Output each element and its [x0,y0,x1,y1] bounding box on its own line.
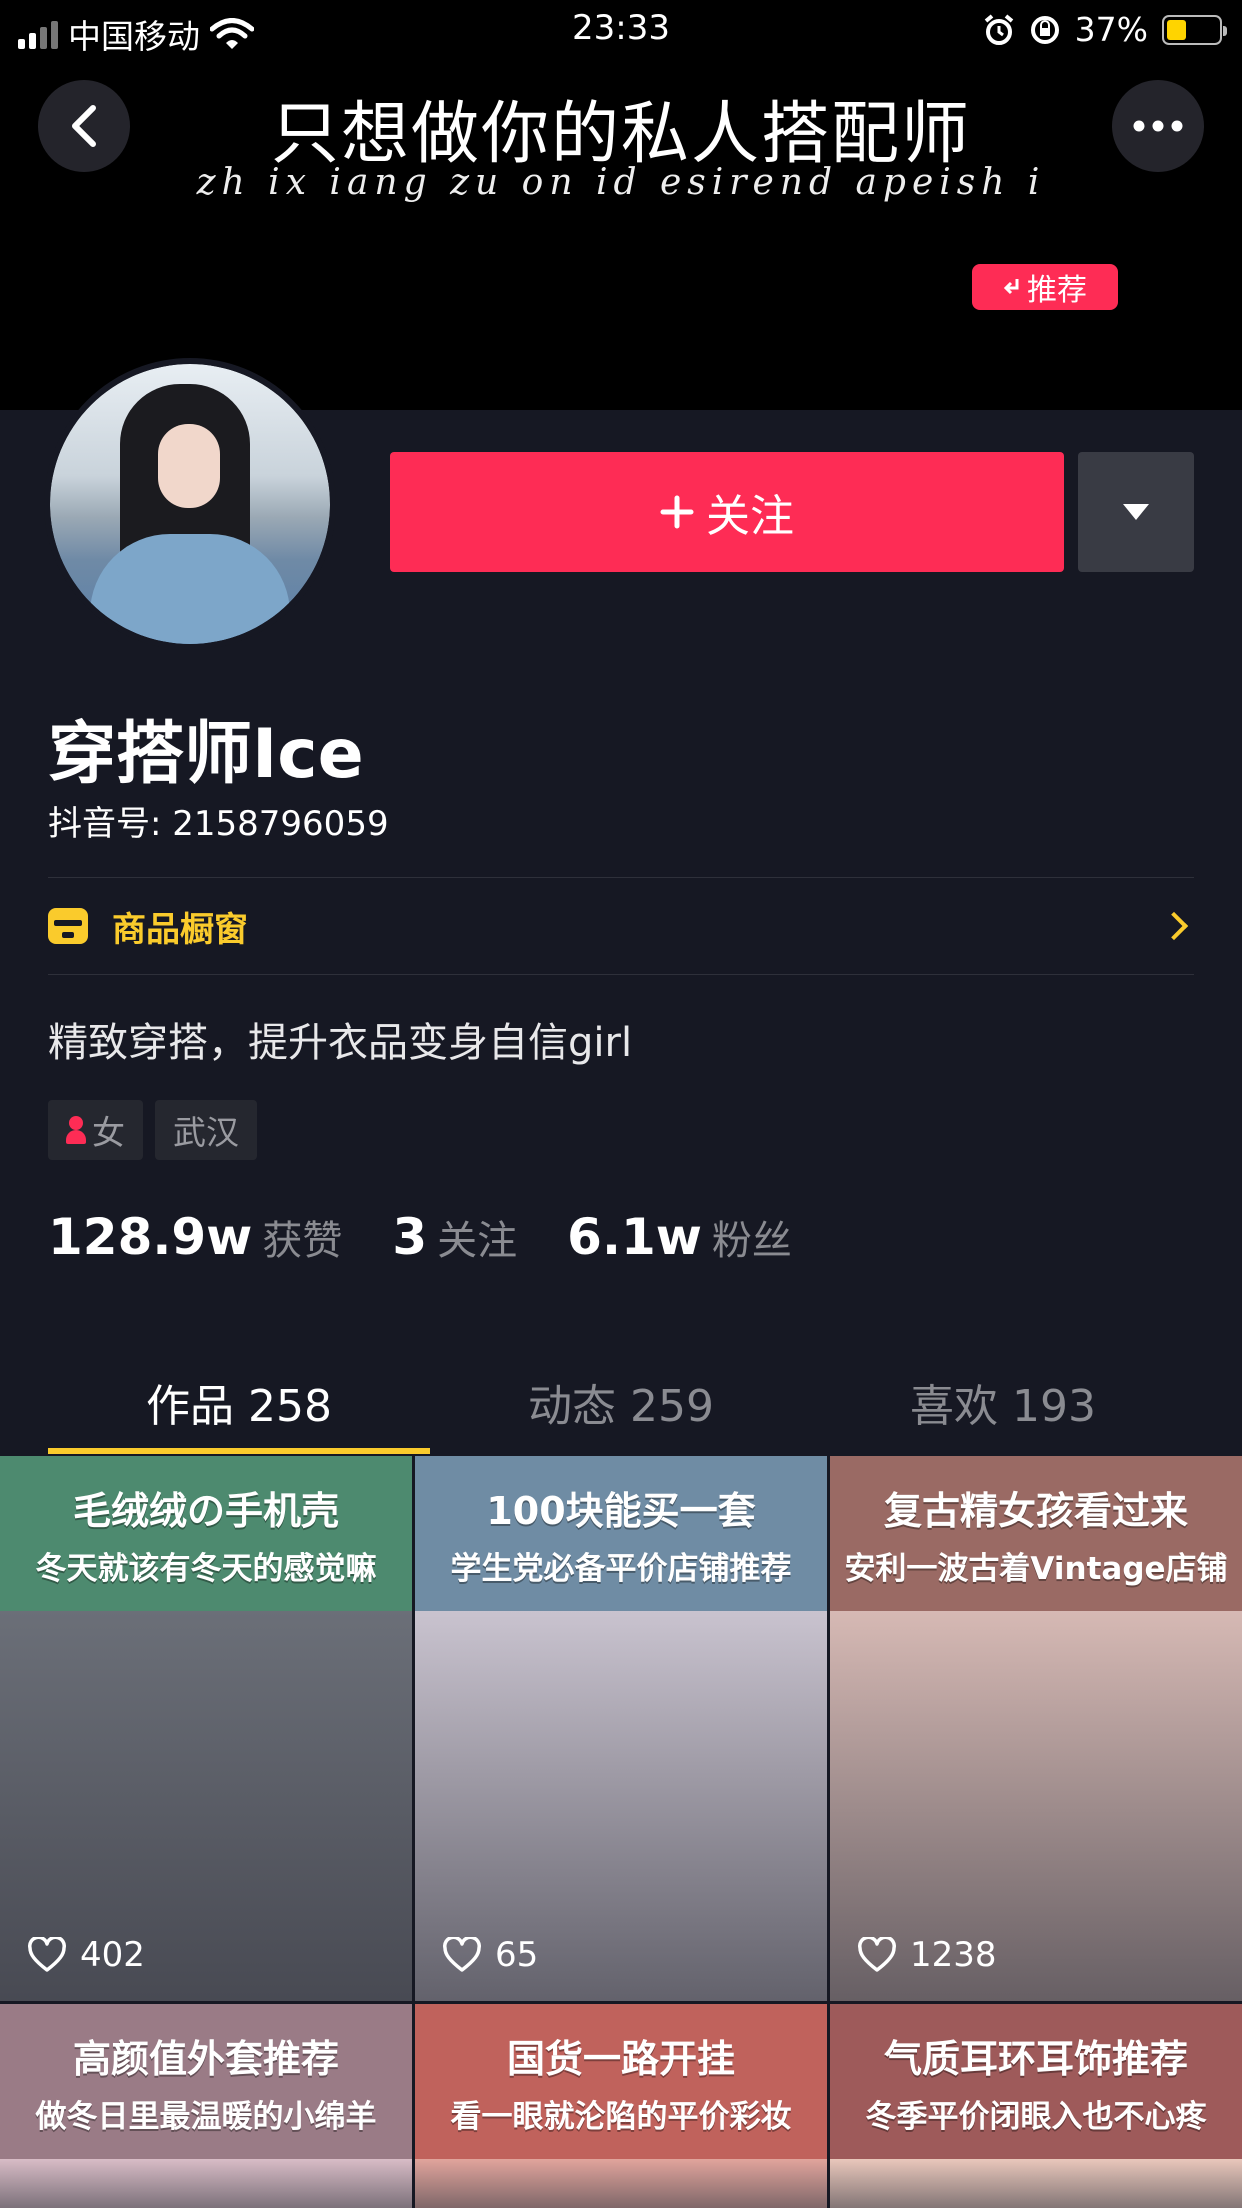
video-title-line1: 高颜值外套推荐 [72,2036,339,2081]
video-title-line2: 冬天就该有冬天的感觉嘛 [35,1550,377,1587]
video-cover-image [0,2159,412,2208]
back-button[interactable] [38,80,130,172]
heart-icon [28,1937,66,1972]
video-cover-header: 国货一路开挂 看一眼就沦陷的平价彩妆 [415,2004,827,2159]
video-title-line1: 国货一路开挂 [506,2036,735,2081]
content-tabs: 作品 258 动态 259 喜欢 193 [48,1350,1194,1454]
rotation-lock-icon [1030,15,1059,44]
status-bar: 中国移动 23:33 37% [0,0,1242,60]
video-title-line1: 毛绒绒の手机壳 [72,1488,339,1533]
video-cover-header: 毛绒绒の手机壳 冬天就该有冬天的感觉嘛 [0,1456,412,1611]
recommend-dropdown-button[interactable] [1078,452,1194,572]
tab-works[interactable]: 作品 258 [48,1350,430,1454]
shop-window-row[interactable]: 商品橱窗 [48,878,1194,974]
video-cover-header: 复古精女孩看过来 安利一波古着Vintage店铺 [830,1456,1242,1611]
nickname: 穿搭师Ice [48,715,364,794]
follow-button[interactable]: 关注 [390,452,1064,572]
profile-tags: 女 武汉 [48,1100,257,1160]
stat-followers-label: 粉丝 [711,1218,792,1264]
video-likes: 65 [495,1935,539,1975]
location-label: 武汉 [173,1113,239,1152]
video-title-line1: 100块能买一套 [486,1488,756,1533]
video-title-line1: 气质耳环耳饰推荐 [883,2036,1188,2081]
divider [48,974,1194,975]
video-title-line2: 安利一波古着Vintage店铺 [844,1550,1228,1587]
recommend-tag[interactable]: 推荐 [972,264,1118,310]
video-like-count: 1238 [858,1935,997,1975]
recommend-label: 推荐 [1027,273,1087,308]
video-cover-header: 气质耳环耳饰推荐 冬季平价闭眼入也不心疼 [830,2004,1242,2159]
caret-down-icon [1123,504,1149,520]
active-tab-indicator [48,1448,430,1454]
battery-percent: 37% [1074,10,1148,49]
chevron-right-icon [1159,911,1189,941]
heart-icon [443,1937,481,1972]
video-likes: 402 [80,1935,145,1975]
tab-likes[interactable]: 喜欢 193 [812,1350,1194,1454]
shop-icon [48,908,88,944]
video-tile[interactable]: 气质耳环耳饰推荐 冬季平价闭眼入也不心疼 [830,2004,1242,2208]
video-cover-image [830,2159,1242,2208]
bio: 精致穿搭，提升衣品变身自信girl [48,1020,633,1066]
profile-banner: 只想做你的私人搭配师 zh ix iang zu on id esirend a… [0,0,1242,410]
video-tile[interactable]: 100块能买一套 学生党必备平价店铺推荐 65 [415,1456,827,2001]
stat-following[interactable]: 3 关注 [392,1208,517,1266]
avatar-image [50,364,330,644]
video-tile[interactable]: 国货一路开挂 看一眼就沦陷的平价彩妆 [415,2004,827,2208]
video-title-line2: 学生党必备平价店铺推荐 [450,1550,792,1587]
video-tile[interactable]: 毛绒绒の手机壳 冬天就该有冬天的感觉嘛 402 [0,1456,412,2001]
video-title-line2: 看一眼就沦陷的平价彩妆 [450,2098,792,2135]
tab-dynamics-label: 动态 259 [528,1381,714,1432]
tab-works-label: 作品 258 [146,1381,332,1432]
video-likes: 1238 [910,1935,997,1975]
video-title-line1: 复古精女孩看过来 [883,1488,1188,1533]
stat-following-number: 3 [392,1208,428,1266]
stat-likes: 128.9w 获赞 [48,1208,342,1266]
video-grid: 毛绒绒の手机壳 冬天就该有冬天的感觉嘛 402 100块能买一套 学生党必备平价… [0,1456,1242,2208]
alarm-icon [984,13,1013,45]
more-dots-icon [1133,120,1183,132]
back-arrow-icon [72,105,96,147]
video-tile[interactable]: 复古精女孩看过来 安利一波古着Vintage店铺 1238 [830,1456,1242,2001]
stat-following-label: 关注 [437,1218,518,1264]
recommend-arrow-icon [1003,279,1019,295]
battery-icon [1162,14,1227,45]
video-title-line2: 冬季平价闭眼入也不心疼 [865,2098,1207,2135]
gender-tag: 女 [48,1100,143,1160]
tab-dynamics[interactable]: 动态 259 [430,1350,812,1454]
stat-likes-label: 获赞 [262,1218,343,1264]
douyin-id: 抖音号: 2158796059 [48,804,389,844]
video-like-count: 402 [28,1935,145,1975]
video-cover-header: 高颜值外套推荐 做冬日里最温暖的小绵羊 [0,2004,412,2159]
profile-stats: 128.9w 获赞 3 关注 6.1w 粉丝 [48,1208,792,1266]
shop-window-label: 商品橱窗 [112,909,248,950]
plus-icon [660,495,694,529]
heart-icon [858,1937,896,1972]
banner-pinyin: zh ix iang zu on id esirend apeish i [196,162,1046,203]
tab-likes-label: 喜欢 193 [910,1381,1096,1432]
video-cover-image [415,2159,827,2208]
avatar[interactable] [44,358,336,650]
female-icon [66,1116,86,1144]
video-title-line2: 做冬日里最温暖的小绵羊 [35,2098,377,2135]
video-like-count: 65 [443,1935,538,1975]
video-cover-header: 100块能买一套 学生党必备平价店铺推荐 [415,1456,827,1611]
stat-followers-number: 6.1w [567,1208,702,1266]
stat-followers[interactable]: 6.1w 粉丝 [567,1208,792,1266]
video-tile[interactable]: 高颜值外套推荐 做冬日里最温暖的小绵羊 [0,2004,412,2208]
stat-likes-number: 128.9w [48,1208,253,1266]
more-button[interactable] [1112,80,1204,172]
location-tag: 武汉 [155,1100,257,1160]
gender-label: 女 [92,1113,125,1152]
follow-label: 关注 [706,491,794,542]
